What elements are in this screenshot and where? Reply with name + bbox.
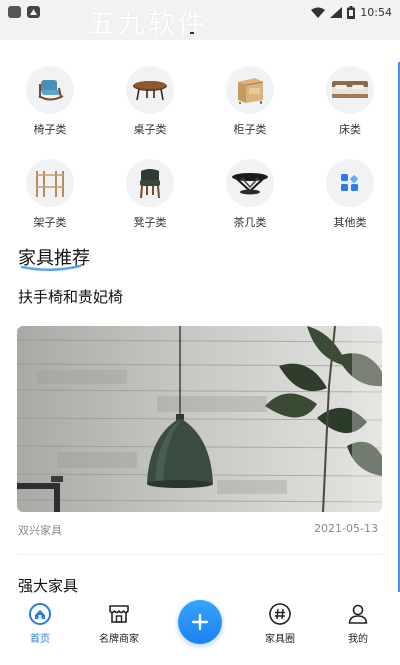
status-dash xyxy=(190,32,194,34)
home-icon xyxy=(29,603,51,625)
clock: 10:54 xyxy=(360,5,392,19)
category-label: 茶几类 xyxy=(233,216,267,229)
nav-home[interactable]: 首页 xyxy=(5,602,75,645)
nav-brands[interactable]: 名牌商家 xyxy=(84,602,154,645)
section-title-underline xyxy=(20,264,82,271)
table-icon xyxy=(126,66,174,114)
coffee-table-icon xyxy=(226,159,274,207)
store-icon xyxy=(109,605,129,623)
category-stools[interactable]: 凳子类 xyxy=(100,155,200,240)
category-beds[interactable]: 床类 xyxy=(300,62,400,147)
category-chairs[interactable]: 椅子类 xyxy=(0,62,100,147)
armchair-icon xyxy=(26,66,74,114)
grid-blocks-icon xyxy=(326,159,374,207)
nav-label: 名牌商家 xyxy=(99,634,139,645)
nav-label: 首页 xyxy=(30,634,50,645)
category-cabinets[interactable]: 柜子类 xyxy=(200,62,300,147)
nav-furniture-circle[interactable]: 家具圈 xyxy=(245,602,315,645)
category-tea-tables[interactable]: 茶几类 xyxy=(200,155,300,240)
hashtag-icon xyxy=(269,603,291,625)
publish-button[interactable] xyxy=(178,600,222,644)
nav-label: 家具圈 xyxy=(265,634,295,645)
notification-icons xyxy=(8,6,40,18)
notification-alert-icon xyxy=(27,6,40,18)
nav-label: 我的 xyxy=(348,634,368,645)
shelf-icon xyxy=(26,159,74,207)
article-title[interactable]: 扶手椅和贵妃椅 xyxy=(18,286,123,307)
category-label: 架子类 xyxy=(33,216,67,229)
category-label: 柜子类 xyxy=(233,123,267,136)
battery-icon xyxy=(347,5,356,19)
plus-icon xyxy=(191,613,209,631)
status-indicators: 10:54 xyxy=(311,4,392,20)
article-title[interactable]: 强大家具 xyxy=(18,575,78,596)
status-bar: 五九软件 10:54 xyxy=(0,0,400,40)
category-label: 桌子类 xyxy=(133,123,167,136)
category-label: 床类 xyxy=(339,123,361,136)
profile-icon xyxy=(348,604,368,624)
article-source: 双兴家具 xyxy=(18,524,62,537)
category-others[interactable]: 其他类 xyxy=(300,155,400,240)
stool-icon xyxy=(126,159,174,207)
category-shelves[interactable]: 架子类 xyxy=(0,155,100,240)
bottom-nav: 首页 名牌商家 家具圈 我的 xyxy=(0,598,400,665)
category-label: 椅子类 xyxy=(33,123,67,136)
nav-mine[interactable]: 我的 xyxy=(323,602,393,645)
article-date: 2021-05-13 xyxy=(314,522,378,535)
bed-icon xyxy=(326,66,374,114)
cabinet-icon xyxy=(226,66,274,114)
category-label: 其他类 xyxy=(333,216,367,229)
category-grid: 椅子类 桌子类 柜子类 床类 架子类 凳子类 茶几类 其他类 xyxy=(0,62,400,240)
notification-app-icon xyxy=(8,6,21,18)
signal-icon xyxy=(330,6,343,18)
watermark-text: 五九软件 xyxy=(88,9,208,40)
category-tables[interactable]: 桌子类 xyxy=(100,62,200,147)
wifi-icon xyxy=(311,7,326,18)
article-cover-image[interactable] xyxy=(17,326,382,512)
divider xyxy=(18,554,382,555)
category-label: 凳子类 xyxy=(133,216,167,229)
